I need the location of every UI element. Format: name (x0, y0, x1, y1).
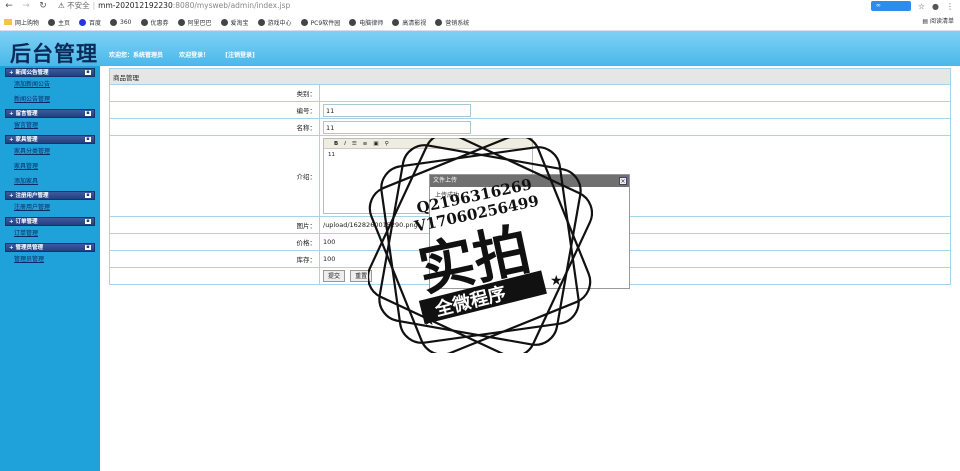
bookmark-item[interactable]: 网上购物 (4, 18, 39, 27)
code-input[interactable]: 11 (323, 103, 471, 117)
bookmark-item[interactable]: 360 (110, 18, 132, 26)
menu-item[interactable]: 留言管理 (5, 118, 95, 133)
collapse-icon[interactable]: ▪ (85, 111, 91, 116)
menu-group-news: + 新闻公告管理 ▪ 添加新闻公告 新闻公告管理 (5, 68, 95, 107)
welcome-bar: 欢迎您：系统管理员 欢迎登录！ [注销登录] (109, 50, 269, 59)
image-label: 图片： (109, 216, 320, 234)
baidu-icon (79, 18, 87, 26)
globe-icon (140, 18, 148, 26)
menu-icon[interactable]: ⋮ (946, 2, 954, 11)
globe-icon (300, 18, 308, 26)
url-host: mm-202012192230 (98, 1, 173, 10)
menu-item[interactable]: 订单管理 (5, 226, 95, 241)
globe-icon (48, 18, 56, 26)
collapse-icon[interactable]: ▪ (85, 245, 91, 250)
url-path: :8080/mysweb/admin/index.jsp (172, 1, 291, 10)
intro-label: 介绍： (109, 135, 320, 217)
login-message: 欢迎登录！ (179, 52, 210, 59)
star-icon: ★ (550, 273, 563, 289)
bookmark-item[interactable]: 主页 (48, 18, 70, 27)
price-label: 价格： (109, 233, 320, 251)
globe-icon (435, 18, 443, 26)
ordered-list-icon[interactable]: ☰ (352, 141, 357, 147)
menu-item[interactable]: 注册用户管理 (5, 200, 95, 215)
profile-icon[interactable]: ● (932, 2, 939, 11)
bookmark-item[interactable]: 营销系统 (435, 18, 469, 27)
reading-list[interactable]: ▤ 阅读清单 (922, 15, 954, 29)
menu-group-header[interactable]: + 留言管理 ▪ (5, 109, 95, 118)
bookmarks-bar: 网上购物 主页 百度 360 优惠券 阿里巴巴 爱淘宝 游戏中心 PC9软件园 … (0, 15, 960, 29)
category-field[interactable] (319, 84, 951, 102)
menu-group-header[interactable]: + 新闻公告管理 ▪ (5, 68, 95, 77)
bookmark-item[interactable]: 阿里巴巴 (177, 18, 212, 27)
browser-chrome: ← → ↻ ⚠ 不安全 | mm-202012192230:8080/mysweb/… (0, 0, 960, 31)
bullet-list-icon[interactable]: ≡ (363, 141, 368, 147)
logo: 后台管理 (10, 42, 98, 66)
menu-item[interactable]: 家具管理 (5, 159, 95, 174)
reload-icon[interactable]: ↻ (37, 1, 49, 11)
globe-icon (177, 18, 185, 26)
submit-button[interactable]: 提交 (323, 270, 346, 282)
collapse-icon[interactable]: ▪ (85, 193, 91, 198)
menu-group-header[interactable]: + 家具管理 ▪ (5, 135, 95, 144)
menu-group-header[interactable]: + 注册用户管理 ▪ (5, 191, 95, 200)
globe-icon (349, 18, 357, 26)
menu-item[interactable]: 家具分类管理 (5, 144, 95, 159)
bookmark-item[interactable]: 百度 (79, 18, 101, 27)
admin-header: 后台管理 欢迎您：系统管理员 欢迎登录！ [注销登录] (0, 31, 960, 66)
menu-group-users: + 注册用户管理 ▪ 注册用户管理 (5, 191, 95, 215)
bookmark-item[interactable]: 爱淘宝 (220, 18, 249, 27)
category-label: 类别： (109, 84, 320, 102)
back-icon[interactable]: ← (3, 1, 15, 11)
stock-label: 库存： (109, 250, 320, 268)
globe-icon (220, 18, 228, 26)
menu-group-admins: + 管理员管理 ▪ 管理员管理 (5, 243, 95, 267)
code-label: 编号： (109, 101, 320, 119)
menu-item[interactable]: 新闻公告管理 (5, 92, 95, 107)
menu-group-orders: + 订单管理 ▪ 订单管理 (5, 217, 95, 241)
sidebar: + 新闻公告管理 ▪ 添加新闻公告 新闻公告管理 + 留言管理 ▪ 留言管理 + 家… (0, 66, 100, 471)
star-icon[interactable]: ☆ (918, 2, 925, 11)
bookmark-item[interactable]: 电脑律师 (349, 18, 383, 27)
form-caption: 商品管理 (109, 68, 951, 85)
menu-group-furniture: + 家具管理 ▪ 家具分类管理 家具管理 添加家具 (5, 135, 95, 189)
bookmark-item[interactable]: 游戏中心 (257, 18, 292, 27)
italic-icon[interactable]: I (344, 141, 346, 147)
menu-group-header[interactable]: + 订单管理 ▪ (5, 217, 95, 226)
forward-icon[interactable]: → (20, 1, 32, 11)
name-label: 名称： (109, 118, 320, 136)
bookmark-item[interactable]: 优惠券 (140, 18, 169, 27)
star-icon: ★ (423, 313, 436, 329)
close-icon[interactable]: × (619, 177, 627, 185)
welcome-text: 欢迎您：系统管理员 (109, 52, 164, 59)
bold-icon[interactable]: B (334, 141, 338, 147)
bookmark-item[interactable]: 高清影视 (392, 18, 426, 27)
warning-icon: ⚠ (58, 1, 68, 10)
menu-item[interactable]: 添加新闻公告 (5, 77, 95, 92)
menu-group-header[interactable]: + 管理员管理 ▪ (5, 243, 95, 252)
bookmark-item[interactable]: PC9软件园 (300, 18, 340, 27)
watermark-stamp: Q2196316269 V17060256499 实拍 全微程序 ★ ★ (368, 138, 593, 353)
collapse-icon[interactable]: ▪ (85, 219, 91, 224)
reading-list-icon: ▤ (922, 18, 930, 25)
security-label: 不安全 (67, 1, 90, 10)
extension-badge[interactable]: ∞ (870, 1, 911, 11)
logout-link[interactable]: [注销登录] (225, 52, 255, 59)
address-bar[interactable]: ⚠ 不安全 | mm-202012192230:8080/mysweb/admin/… (58, 0, 290, 12)
collapse-icon[interactable]: ▪ (85, 137, 91, 142)
menu-group-messages: + 留言管理 ▪ 留言管理 (5, 109, 95, 133)
globe-icon (110, 18, 118, 26)
globe-icon (392, 18, 400, 26)
globe-icon (257, 18, 265, 26)
name-input[interactable]: 11 (323, 120, 471, 134)
menu-item[interactable]: 添加家具 (5, 174, 95, 189)
folder-icon (4, 19, 12, 25)
collapse-icon[interactable]: ▪ (85, 70, 91, 75)
menu-item[interactable]: 管理员管理 (5, 252, 95, 267)
